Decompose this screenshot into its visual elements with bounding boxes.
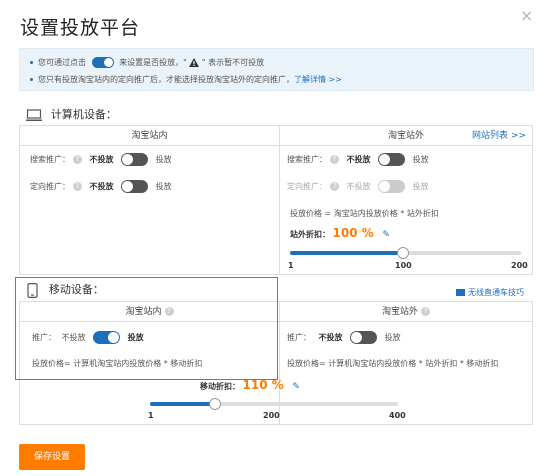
computer-outside-search-row: 搜索推广：? 不投放 投放: [287, 153, 429, 166]
site-list-link[interactable]: 网站列表 >>: [472, 126, 526, 146]
mobile-discount-value: 110 %: [242, 378, 284, 392]
mobile-outside-price-formula: 投放价格= 计算机淘宝站内投放价格 * 站外折扣 * 移动折扣: [287, 359, 499, 368]
computer-outside-price-formula: 投放价格 = 淘宝站内投放价格 * 站外折扣: [290, 209, 439, 218]
edit-pencil-icon[interactable]: ✎: [382, 230, 390, 240]
slider-tick-min: 1: [148, 411, 154, 420]
slider-handle[interactable]: [209, 398, 221, 410]
mobile-outside-header: 淘宝站外?: [280, 302, 532, 322]
computer-inside-header: 淘宝站内: [20, 126, 279, 146]
slider-tick-mid: 100: [395, 261, 412, 270]
slider-fill: [150, 402, 215, 406]
slider-fill: [290, 251, 403, 255]
slider-tick-max: 200: [511, 261, 528, 270]
help-icon[interactable]: ?: [421, 307, 430, 316]
example-toggle-icon: [91, 57, 114, 68]
mobile-outside-promo-toggle[interactable]: [350, 331, 378, 344]
computer-inside-target-toggle[interactable]: [121, 180, 149, 193]
edit-pencil-icon[interactable]: ✎: [292, 382, 300, 392]
slider-tick-min: 1: [288, 261, 294, 270]
mobile-outside-promo-row: 推广： 不投放 投放: [287, 331, 401, 344]
info-notice: 您可通过点击 来设置是否投放，" " 表示暂不可投放 您只有投放淘宝站内的定向推…: [19, 48, 534, 91]
computer-outside-search-toggle[interactable]: [378, 153, 406, 166]
computer-inside-search-toggle[interactable]: [121, 153, 149, 166]
computer-outside-target-row: 定向推广：? 不投放 投放: [287, 180, 429, 193]
computer-outside-discount-value: 100 %: [332, 226, 374, 240]
computer-inside-search-row: 搜索推广：? 不投放 投放: [30, 153, 172, 166]
computer-outside-discount-slider[interactable]: [290, 247, 521, 259]
computer-outside-target-toggle: [378, 180, 406, 193]
slider-tick-max: 400: [389, 411, 406, 420]
computer-outside-discount-row: 站外折扣： 100 % ✎: [290, 226, 390, 240]
mobile-tips-link[interactable]: 无线直通车技巧: [456, 287, 524, 298]
slider-tick-mid: 200: [263, 411, 280, 420]
warning-icon: [189, 58, 200, 67]
video-camera-icon: [456, 289, 465, 296]
help-icon[interactable]: ?: [73, 182, 82, 191]
mobile-discount-slider[interactable]: [150, 398, 398, 410]
dialog-title: 设置投放平台: [20, 17, 141, 39]
slider-handle[interactable]: [397, 247, 409, 259]
help-icon[interactable]: ?: [330, 155, 339, 164]
learn-more-link[interactable]: 了解详情 >>: [294, 75, 342, 84]
computer-section-title: 计算机设备：: [50, 108, 117, 121]
computer-outside-header: 淘宝站外 网站列表 >>: [280, 126, 532, 146]
close-icon[interactable]: ×: [520, 6, 533, 25]
help-icon[interactable]: ?: [73, 155, 82, 164]
computer-section-header: 计算机设备：: [26, 106, 117, 122]
computer-inside-panel: 淘宝站内: [19, 125, 279, 275]
computer-icon: [26, 109, 42, 121]
computer-inside-target-row: 定向推广：? 不投放 投放: [30, 180, 172, 193]
help-icon: ?: [330, 182, 339, 191]
save-settings-button[interactable]: 保存设置: [19, 444, 85, 470]
notice-line-1: 您可通过点击 来设置是否投放，" " 表示暂不可投放: [30, 57, 264, 68]
mobile-discount-row: 移动折扣： 110 % ✎: [200, 378, 300, 392]
notice-line-2: 您只有投放淘宝站内的定向推广后，才能选择投放淘宝站外的定向推广，了解详情 >>: [30, 74, 342, 85]
mobile-highlight-box: [15, 277, 278, 380]
